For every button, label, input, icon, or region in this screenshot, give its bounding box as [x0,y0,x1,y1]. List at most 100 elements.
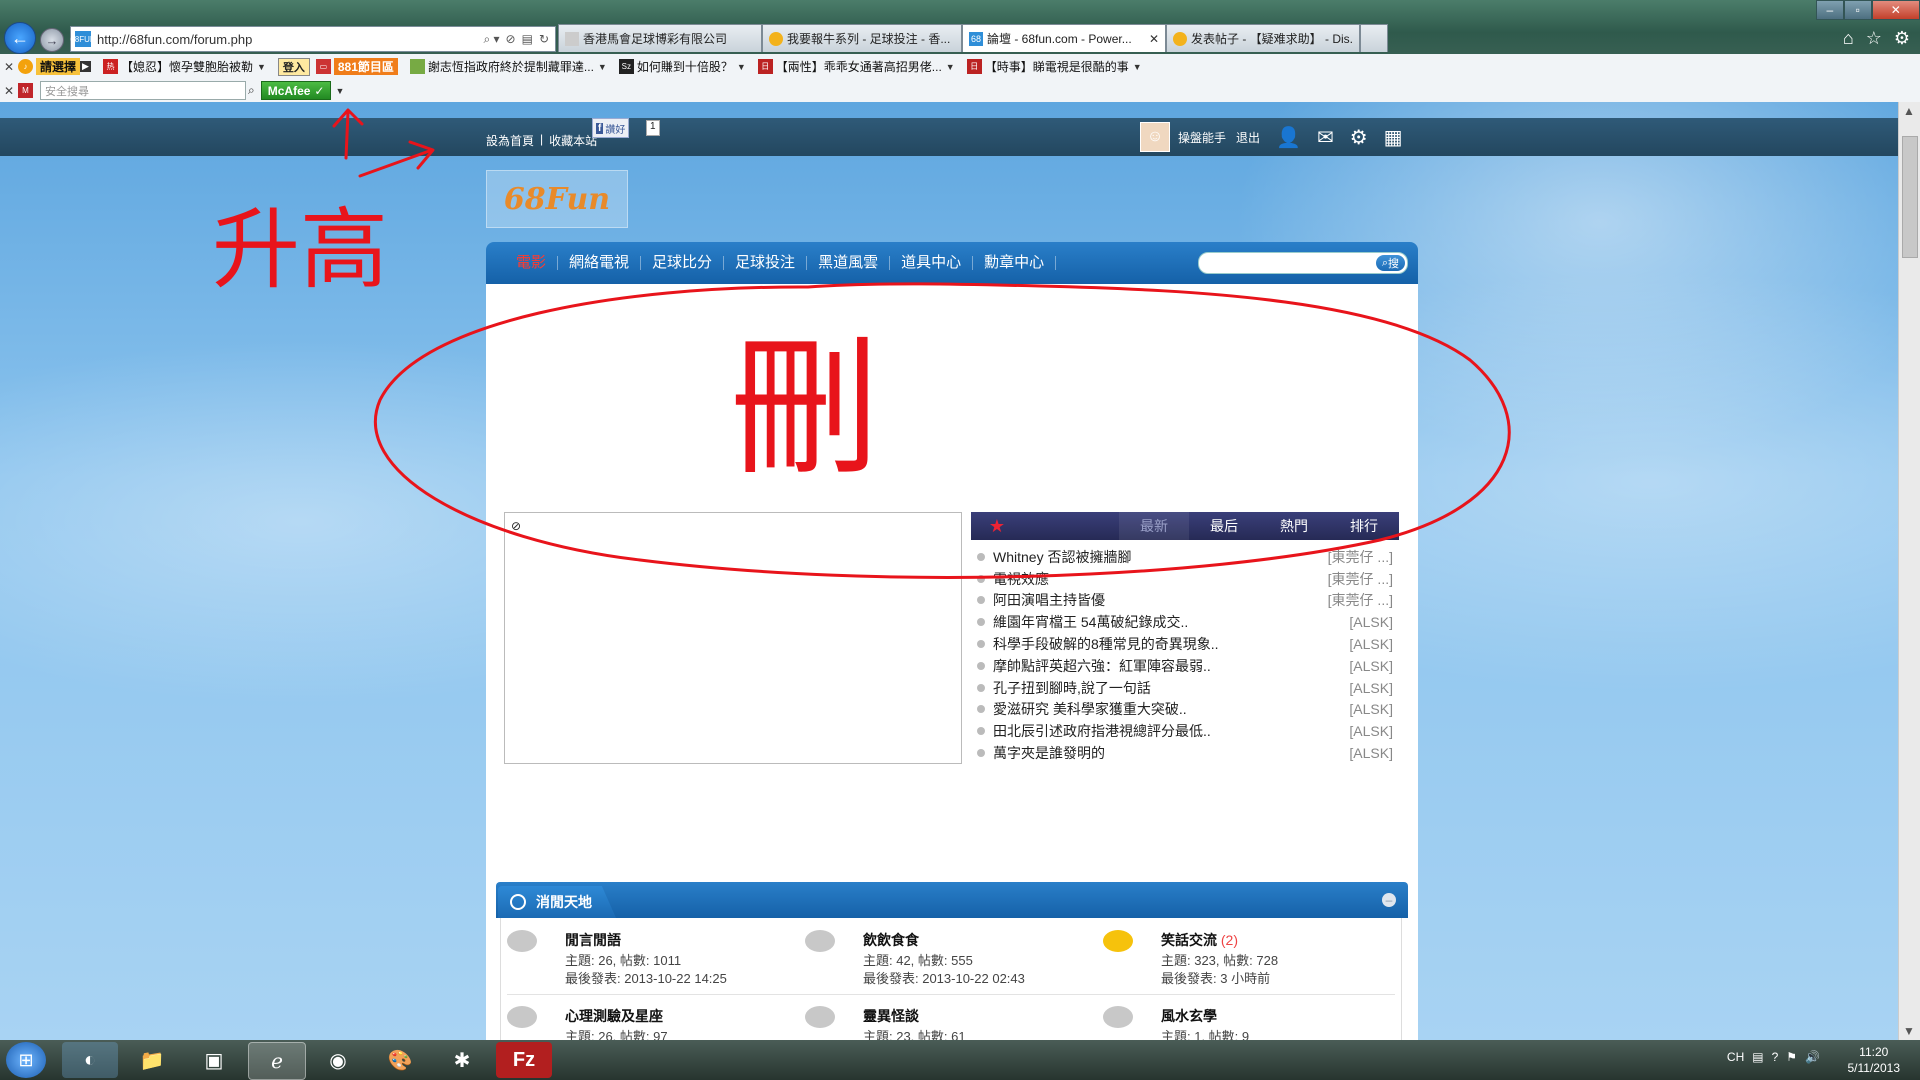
safe-search-input[interactable]: 安全搜尋 [40,81,246,100]
news-item[interactable]: 電視效應 [東莞仔 ...] [971,568,1399,590]
page-scrollbar[interactable]: ▲ ▼ [1898,102,1920,1040]
nav-medals-center[interactable]: 勳章中心 [973,255,1057,270]
favorites-star-icon[interactable]: ☆ [1866,28,1882,49]
forum-name[interactable]: 風水玄學 [1161,1006,1217,1026]
brand-select[interactable]: ♪ 請選擇 ▶ [18,58,91,75]
chevron-down-icon[interactable]: ▼ [598,62,607,72]
news-author[interactable]: [ALSK] [1349,701,1393,717]
forum-last-post[interactable]: 最後發表: 3 小時前 [1161,968,1270,987]
chevron-down-icon[interactable]: ▼ [737,62,746,72]
nav-movies[interactable]: 電影 [486,255,559,270]
news-author[interactable]: [ALSK] [1349,636,1393,652]
forum-name-text[interactable]: 心理測驗及星座 [565,1008,663,1024]
tv-button[interactable]: ▭ 881節目區 [315,58,398,75]
toolbar-link-1[interactable]: 謝志恆指政府終於提制藏罪達... ▼ [409,58,607,75]
site-logo[interactable]: 68Fun [486,170,628,228]
news-author[interactable]: [東莞仔 ...] [1328,569,1393,589]
stop-icon[interactable]: ⊘ [506,32,516,46]
news-item[interactable]: 科學手段破解的8種常見的奇異現象.. [ALSK] [971,633,1399,655]
search-icon[interactable]: ⌕ ▾ [483,32,499,47]
close-tab-icon[interactable]: ✕ [1149,32,1159,46]
back-button[interactable]: ← [4,22,36,54]
nav-web-tv[interactable]: 網絡電視 [558,255,642,270]
forum-last-post[interactable]: 最後發表: 2013-10-22 02:43 [863,968,1025,987]
nav-triad[interactable]: 黑道風雲 [807,255,891,270]
avatar[interactable]: ☺ [1140,122,1170,152]
facebook-like-button[interactable]: f 讚好 [592,118,630,138]
tab-football-betting[interactable]: 我要報牛系列 - 足球投注 - 香... [762,24,962,52]
flag-icon[interactable]: ⚑ [1786,1050,1797,1064]
forum-name[interactable]: 飲飲食食 [863,930,919,950]
chrome-icon[interactable]: ◉ [310,1042,366,1078]
tab-latest[interactable]: 最新 [1119,512,1189,540]
chevron-down-icon[interactable]: ▼ [946,62,955,72]
news-title[interactable]: 孔子扭到腳時,說了一句話 [993,678,1349,698]
nav-football-scores[interactable]: 足球比分 [641,255,725,270]
toolbar-link-2[interactable]: Sz 如何賺到十倍股？ ▼ [618,58,746,75]
grid-icon[interactable]: ▦ [1384,125,1403,150]
news-item[interactable]: 維園年宵檔王 54萬破紀錄成交.. [ALSK] [971,611,1399,633]
news-title[interactable]: 電視效應 [993,569,1328,589]
close-window-icon[interactable]: ✕ [1871,0,1920,20]
news-author[interactable]: [ALSK] [1349,680,1393,696]
logout-link[interactable]: 退出 [1236,129,1260,146]
address-url[interactable]: http://68fun.com/forum.php [97,32,483,47]
toolbar-link-4[interactable]: 日 【時事】睇電視是很酷的事 ▼ [966,58,1142,75]
start-button[interactable]: ⊞ [6,1042,46,1078]
help-icon[interactable]: ? [1772,1050,1779,1064]
news-title[interactable]: Whitney 否認被擁牆腳 [993,547,1328,567]
news-title[interactable]: 田北辰引述政府指港視總評分最低.. [993,721,1349,741]
news-title[interactable]: 摩帥點評英超六強：紅軍陣容最弱.. [993,656,1349,676]
news-title[interactable]: 科學手段破解的8種常見的奇異現象.. [993,634,1349,654]
address-bar[interactable]: 68FUN http://68fun.com/forum.php ⌕ ▾ ⊘ ▤… [70,26,556,52]
tool-icon[interactable]: ✱ [434,1042,490,1078]
news-title[interactable]: 阿田演唱主持皆優 [993,590,1328,610]
chevron-down-icon[interactable]: ▼ [335,86,344,96]
close-toolbar-icon[interactable]: ✕ [0,60,18,74]
forum-name[interactable]: 笑話交流 (2) [1161,930,1238,950]
mail-icon[interactable]: ✉ [1317,125,1334,150]
forum-name[interactable]: 閒言閒語 [565,930,621,950]
news-item[interactable]: 摩帥點評英超六強：紅軍陣容最弱.. [ALSK] [971,655,1399,677]
language-indicator[interactable]: CH [1727,1050,1744,1064]
toolbar-link-3[interactable]: 日 【兩性】乖乖女通著高招男佬... ▼ [757,58,955,75]
tab-hkjc[interactable]: 香港馬會足球博彩有限公司 [558,24,762,52]
forum-name[interactable]: 心理測驗及星座 [565,1006,663,1026]
home-icon[interactable]: ⌂ [1843,28,1854,49]
news-title[interactable]: 愛滋研究 美科學家獲重大突破.. [993,699,1349,719]
forum-name-text[interactable]: 閒言閒語 [565,932,621,948]
news-ticker[interactable]: 热 【媳忍】懷孕雙胞胎被勒 ▼ [102,58,266,75]
gear-icon[interactable]: ⚙ [1350,125,1368,150]
tab-hot[interactable]: 熱門 [1259,512,1329,540]
tab-last[interactable]: 最后 [1189,512,1259,540]
tab-post[interactable]: 发表帖子 - 【疑难求助】 - Dis... [1166,24,1360,52]
news-item[interactable]: 田北辰引述政府指港視總評分最低.. [ALSK] [971,720,1399,742]
news-author[interactable]: [ALSK] [1349,614,1393,630]
bookmark-link[interactable]: 收藏本站 [549,132,597,149]
news-author[interactable]: [ALSK] [1349,723,1393,739]
scroll-up-icon[interactable]: ▲ [1903,104,1915,118]
internet-explorer-icon[interactable]: ℯ [248,1042,306,1080]
news-author[interactable]: [ALSK] [1349,658,1393,674]
paint-icon[interactable]: 🎨 [372,1042,428,1078]
chevron-down-icon[interactable]: ▼ [257,62,266,72]
tab-forum[interactable]: 68 論壇 - 68fun.com - Power... ✕ [962,24,1166,52]
forum-name-text[interactable]: 笑話交流 [1161,932,1217,948]
news-author[interactable]: [東莞仔 ...] [1328,547,1393,567]
set-homepage-link[interactable]: 設為首頁 [486,132,534,149]
maximize-icon[interactable]: ▫ [1843,0,1872,20]
forum-name[interactable]: 靈異怪談 [863,1006,919,1026]
user-icon[interactable]: 👤 [1276,125,1301,150]
username-link[interactable]: 操盤能手 [1178,129,1226,146]
news-item[interactable]: 孔子扭到腳時,說了一句話 [ALSK] [971,677,1399,699]
news-item[interactable]: 萬字夾是誰發明的 [ALSK] [971,742,1399,764]
computer-icon[interactable]: ▣ [186,1042,242,1078]
collapse-icon[interactable]: – [1382,893,1396,907]
chevron-down-icon[interactable]: ▼ [1133,62,1142,72]
minimize-icon[interactable]: – [1816,0,1844,20]
refresh-icon[interactable]: ↻ [539,32,549,46]
nav-items-center[interactable]: 道具中心 [890,255,974,270]
clock[interactable]: 11:20 5/11/2013 [1848,1044,1901,1076]
folder-icon[interactable]: 📁 [124,1042,180,1078]
news-author[interactable]: [ALSK] [1349,745,1393,761]
